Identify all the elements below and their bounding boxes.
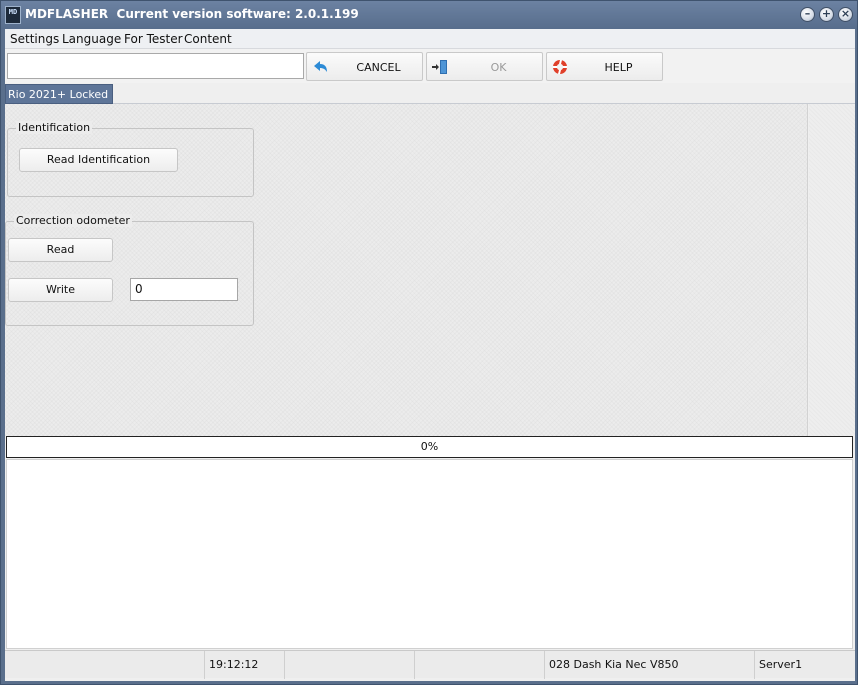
status-device: 028 Dash Kia Nec V850 (545, 651, 755, 679)
exit-door-icon (432, 60, 447, 74)
read-odometer-button[interactable]: Read (8, 238, 113, 262)
tab-panel: Identification Read Identification Corre… (5, 104, 808, 436)
status-bar: 19:12:12 028 Dash Kia Nec V850 Server1 (5, 650, 855, 679)
help-button[interactable]: HELP (546, 52, 663, 81)
correction-odometer-group: Correction odometer Read Write 0 (5, 214, 254, 326)
status-time: 19:12:12 (205, 651, 285, 679)
minimize-icon[interactable]: – (800, 7, 815, 22)
window-title: MDFLASHER Current version software: 2.0.… (25, 7, 359, 21)
identification-group: Identification Read Identification (7, 121, 254, 197)
help-label: HELP (604, 61, 633, 74)
menu-bar: Settings Language For Tester Content (5, 29, 855, 49)
maximize-icon[interactable]: + (819, 7, 834, 22)
status-cell-blank-left (5, 651, 205, 679)
undo-arrow-icon (314, 61, 327, 72)
close-icon[interactable]: × (838, 7, 853, 22)
ok-label: OK (490, 61, 507, 74)
status-cell-empty-2 (415, 651, 545, 679)
cancel-label: CANCEL (356, 61, 401, 74)
title-bar[interactable]: MD MDFLASHER Current version software: 2… (1, 1, 857, 29)
panel-right-area (809, 104, 855, 436)
read-identification-button[interactable]: Read Identification (19, 148, 178, 172)
toolbar-input[interactable] (7, 53, 304, 79)
menu-language[interactable]: Language (62, 32, 121, 46)
tab-rio-2021-locked[interactable]: Rio 2021+ Locked (5, 84, 114, 104)
menu-content[interactable]: Content (184, 32, 232, 46)
progress-bar: 0% (6, 436, 853, 458)
lifebuoy-icon (553, 60, 567, 74)
progress-label: 0% (420, 440, 439, 453)
identification-group-title: Identification (16, 121, 93, 134)
menu-settings[interactable]: Settings (10, 32, 59, 46)
app-name: MDFLASHER (25, 7, 109, 21)
odometer-value-field[interactable]: 0 (130, 278, 238, 301)
log-output[interactable] (6, 459, 853, 649)
status-cell-empty-1 (285, 651, 415, 679)
app-logo-icon: MD (5, 6, 21, 24)
tab-strip: Rio 2021+ Locked (5, 84, 855, 104)
write-odometer-button[interactable]: Write (8, 278, 113, 302)
version-text: Current version software: 2.0.1.199 (116, 7, 359, 21)
client-area: Settings Language For Tester Content CAN… (5, 29, 855, 681)
menu-for-tester[interactable]: For Tester (124, 32, 183, 46)
toolbar: CANCEL OK HELP (5, 49, 855, 83)
correction-odometer-group-title: Correction odometer (14, 214, 132, 227)
status-server: Server1 (759, 658, 803, 671)
cancel-button[interactable]: CANCEL (306, 52, 423, 81)
app-window: MD MDFLASHER Current version software: 2… (0, 0, 858, 685)
ok-button[interactable]: OK (426, 52, 543, 81)
